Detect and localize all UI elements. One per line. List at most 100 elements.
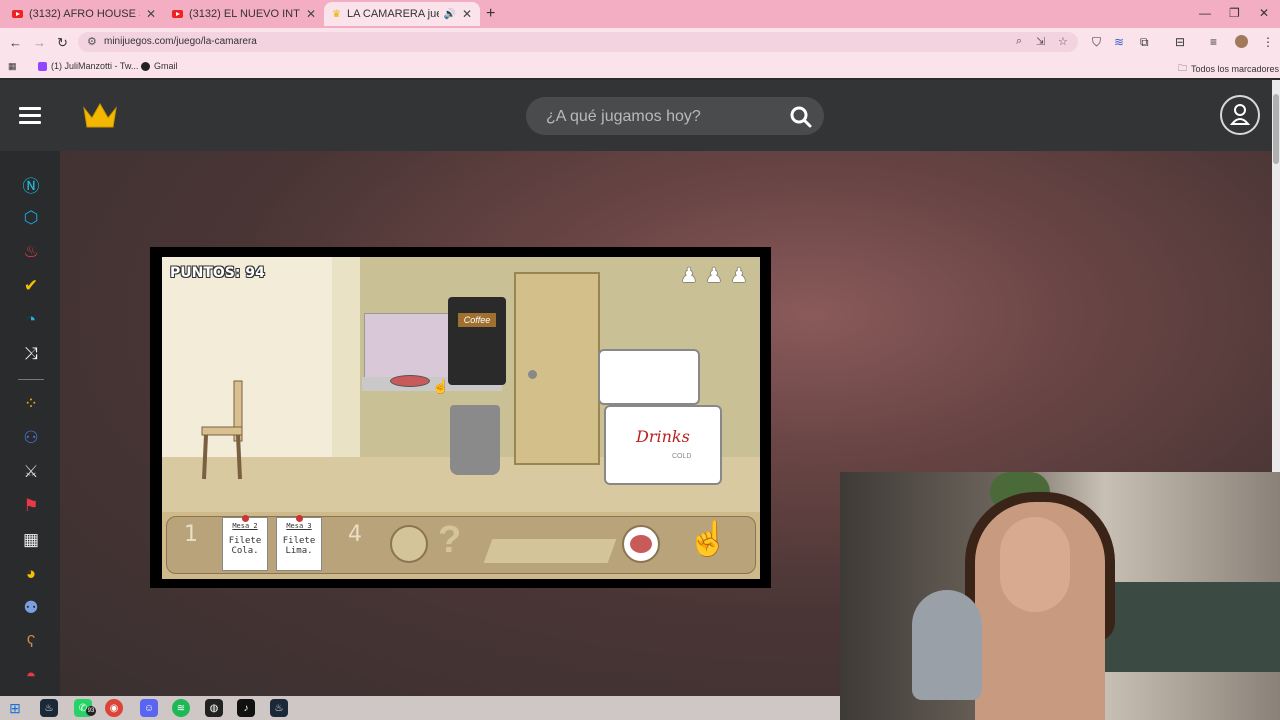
steam-icon[interactable]: ♨: [40, 699, 58, 717]
ticket-line1: Filete: [228, 536, 262, 546]
chef-hat-icon[interactable]: ☝: [687, 519, 729, 559]
points-label: PUNTOS:: [170, 265, 241, 281]
tiktok-icon[interactable]: ♪: [237, 699, 255, 717]
menu-icon[interactable]: ⋮: [1262, 35, 1274, 49]
minimize-button[interactable]: —: [1199, 6, 1211, 20]
racing-flag-icon[interactable]: ▦: [19, 528, 43, 552]
tab-title: (3132) AFRO HOUSE Sunset Mi: [29, 8, 140, 20]
trash-can[interactable]: [450, 405, 500, 475]
steam-icon[interactable]: ♨: [270, 699, 288, 717]
hud-question[interactable]: ?: [438, 519, 461, 562]
twitch-icon: [38, 61, 47, 71]
kitchen-door: [514, 272, 600, 465]
obs-icon[interactable]: ◍: [205, 699, 223, 717]
game-canvas[interactable]: PUNTOS: 94 ♟ ♟ ♟ Coffee Drinks COLD 1 Me…: [162, 257, 760, 579]
crown-logo-icon[interactable]: [82, 100, 118, 130]
tab-afro-house[interactable]: (3132) AFRO HOUSE Sunset Mi ✕: [4, 2, 164, 26]
bear-icon[interactable]: ʕ: [19, 630, 43, 654]
webcam-overlay: [840, 472, 1280, 720]
search-box[interactable]: [526, 97, 824, 135]
close-tab-icon[interactable]: ✕: [462, 7, 472, 21]
sidepanel-icon[interactable]: ⊟: [1175, 35, 1185, 49]
bookmarks-bar: ▦ (1) JuliManzotti - Tw... Gmail 🗀 Todos…: [0, 56, 1280, 78]
new-icon[interactable]: Ⓝ: [19, 172, 43, 196]
kids-icon[interactable]: ⚉: [19, 596, 43, 620]
table-slot-1[interactable]: 1: [170, 518, 212, 570]
puzzle-icon[interactable]: ⧉: [1140, 35, 1149, 50]
url-text[interactable]: minijuegos.com/juego/la-camarera: [104, 36, 257, 47]
pacman-icon[interactable]: ◕: [19, 562, 43, 586]
tab-strip: (3132) AFRO HOUSE Sunset Mi ✕ (3132) EL …: [0, 0, 1280, 28]
close-tab-icon[interactable]: ✕: [146, 7, 156, 21]
check-icon[interactable]: ✔: [19, 274, 43, 298]
order-ticket[interactable]: Mesa 2 Filete Cola.: [222, 515, 268, 571]
extension-icon[interactable]: ≋: [1114, 35, 1124, 49]
reload-icon[interactable]: ↻: [57, 35, 68, 51]
youtube-icon: [172, 10, 183, 18]
scrollbar-thumb[interactable]: [1273, 94, 1279, 164]
apps-icon[interactable]: ▦: [8, 61, 17, 72]
hud-tray[interactable]: [483, 539, 617, 563]
user-account-button[interactable]: [1220, 95, 1260, 135]
hamburger-menu-icon[interactable]: [19, 107, 41, 125]
categories-icon[interactable]: ⁘: [19, 392, 43, 416]
search-input[interactable]: [544, 105, 778, 129]
coffee-label: Coffee: [458, 313, 496, 327]
profile-avatar[interactable]: [1235, 35, 1248, 48]
media-icon[interactable]: ≡: [1210, 35, 1217, 49]
hud-plate-steak[interactable]: [622, 525, 660, 563]
order-ticket[interactable]: Mesa 3 Filete Lima.: [276, 515, 322, 571]
tab-la-camarera[interactable]: ♛ LA CAMARERA juego gratis 🔊 ✕: [324, 2, 480, 26]
drinks-cooler[interactable]: Drinks COLD: [604, 405, 722, 485]
forward-icon[interactable]: →: [33, 35, 46, 50]
shield-extension-icon[interactable]: ⛉: [1092, 35, 1101, 50]
close-tab-icon[interactable]: ✕: [306, 7, 316, 21]
new-tab-button[interactable]: +: [486, 5, 495, 23]
discord-icon[interactable]: ☺: [140, 699, 158, 717]
install-icon[interactable]: ⇲: [1036, 35, 1045, 48]
life-icon: ♟: [705, 265, 723, 287]
address-bar[interactable]: ⚙ minijuegos.com/juego/la-camarera ⌕ ⇲ ☆: [78, 32, 1078, 52]
bookmark-star-icon[interactable]: ☆: [1058, 35, 1068, 48]
close-window-button[interactable]: ✕: [1259, 6, 1269, 20]
spotify-icon[interactable]: ≋: [172, 699, 190, 717]
table-slot-4[interactable]: 4: [334, 518, 376, 570]
tab-nuevo-integrante[interactable]: (3132) EL NUEVO INTEGRANTE ✕: [164, 2, 324, 26]
restore-button[interactable]: ❐: [1229, 6, 1240, 20]
search-icon[interactable]: [790, 106, 812, 128]
back-icon[interactable]: ←: [9, 35, 22, 50]
flag-icon[interactable]: ⚑: [19, 494, 43, 518]
shuffle-icon[interactable]: ⤨: [19, 342, 43, 366]
hud-empty-slot[interactable]: [390, 525, 428, 563]
life-icon: ♟: [730, 265, 748, 287]
ticket-table: Mesa 2: [232, 522, 258, 530]
bookmark-label: Gmail: [154, 61, 178, 71]
steak-plate[interactable]: [390, 375, 430, 387]
speaker-icon[interactable]: 🔊: [443, 9, 455, 20]
pin-icon: [295, 515, 303, 522]
mouse-cursor-icon: ☝: [432, 378, 450, 394]
multiplayer-icon[interactable]: ⚇: [19, 426, 43, 450]
tab-title: LA CAMARERA juego gratis: [346, 8, 440, 20]
clock-icon[interactable]: ◔: [19, 308, 43, 332]
bookmark-gmail[interactable]: Gmail: [141, 61, 178, 71]
steak-icon: [630, 535, 652, 553]
microphone: [912, 590, 982, 700]
chrome-icon[interactable]: ◉: [105, 699, 123, 717]
kitchen-cabinet: [364, 313, 450, 379]
streamer-face: [1000, 517, 1070, 612]
swords-icon[interactable]: ⚔: [19, 460, 43, 484]
bookmark-twitch[interactable]: (1) JuliManzotti - Tw...: [38, 61, 138, 71]
all-bookmarks[interactable]: 🗀 Todos los marcadores: [1178, 61, 1279, 77]
tab-title: (3132) EL NUEVO INTEGRANTE: [189, 8, 300, 20]
windows-start-icon[interactable]: ⊞: [6, 699, 24, 717]
pokeball-icon[interactable]: ◓: [19, 664, 43, 688]
youtube-icon: [12, 10, 23, 18]
points-display: PUNTOS: 94: [170, 265, 265, 281]
crown-icon: ♛: [332, 8, 341, 20]
site-settings-icon[interactable]: ⚙: [87, 35, 97, 48]
atom-icon[interactable]: ⬡: [19, 206, 43, 230]
coffee-machine[interactable]: Coffee: [448, 297, 506, 385]
fire-icon[interactable]: ♨: [19, 240, 43, 264]
zoom-icon[interactable]: ⌕: [1016, 35, 1022, 48]
